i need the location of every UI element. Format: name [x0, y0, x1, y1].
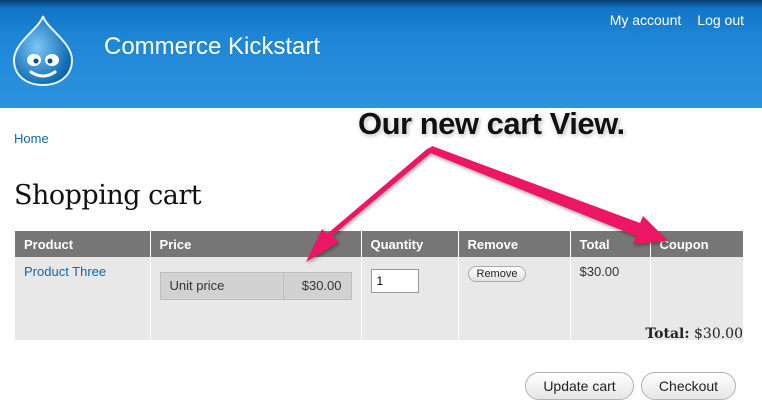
table-row: Product Three Unit price $30.00 Remove $… — [15, 257, 743, 340]
column-header-total: Total — [570, 231, 651, 257]
column-header-quantity: Quantity — [361, 231, 459, 257]
product-cell: Product Three — [15, 257, 151, 340]
log-out-link[interactable]: Log out — [697, 12, 744, 28]
product-link[interactable]: Product Three — [24, 264, 106, 279]
order-total-label: Total: — [645, 326, 690, 342]
column-header-price: Price — [150, 231, 362, 257]
site-header: Commerce Kickstart My account Log out — [0, 0, 762, 108]
line-total-cell: $30.00 — [570, 257, 651, 340]
unit-price-label: Unit price — [161, 273, 284, 299]
remove-cell: Remove — [458, 257, 571, 340]
my-account-link[interactable]: My account — [610, 12, 682, 28]
column-header-product: Product — [15, 231, 151, 257]
price-cell: Unit price $30.00 — [150, 257, 362, 340]
cart-table: Product Price Quantity Remove Total Coup… — [15, 231, 743, 340]
drupal-logo-icon[interactable] — [12, 14, 74, 86]
column-header-coupon: Coupon — [650, 231, 743, 257]
quantity-input[interactable] — [370, 269, 419, 293]
annotation-callout: Our new cart View. — [358, 106, 625, 141]
arrow-to-coupon-icon — [428, 146, 668, 244]
unit-price-value: $30.00 — [301, 278, 342, 293]
checkout-button[interactable]: Checkout — [641, 372, 736, 400]
cart-header-row: Product Price Quantity Remove Total Coup… — [15, 231, 743, 257]
breadcrumb-home[interactable]: Home — [14, 131, 49, 146]
page-title: Shopping cart — [14, 180, 202, 211]
site-name[interactable]: Commerce Kickstart — [104, 33, 320, 61]
quantity-cell — [361, 257, 459, 340]
order-total: Total: $30.00 — [645, 326, 743, 342]
secondary-menu: My account Log out — [610, 12, 744, 28]
column-header-remove: Remove — [458, 231, 571, 257]
order-total-value: $30.00 — [694, 326, 743, 342]
update-cart-button[interactable]: Update cart — [525, 372, 634, 400]
remove-button[interactable]: Remove — [467, 266, 527, 282]
unit-price-box: Unit price $30.00 — [159, 272, 352, 300]
